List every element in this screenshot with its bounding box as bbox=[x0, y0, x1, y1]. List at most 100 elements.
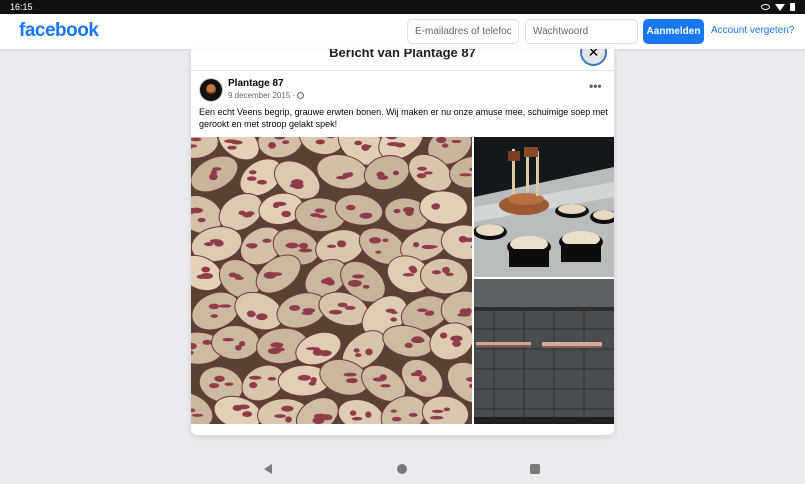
bean-speckle bbox=[308, 381, 316, 386]
bean-speckle bbox=[459, 173, 472, 177]
bean-speckle bbox=[355, 353, 362, 358]
bean-speckle bbox=[336, 175, 348, 180]
bean-speckle bbox=[204, 242, 214, 247]
more-options-button[interactable]: ••• bbox=[589, 79, 602, 93]
bean-speckle bbox=[248, 375, 262, 380]
status-time: 16:15 bbox=[10, 2, 33, 12]
dialog-title: Bericht van Plantage 87 bbox=[329, 49, 476, 60]
bean-speckle bbox=[404, 342, 413, 349]
bean-speckle bbox=[349, 410, 357, 416]
bean-speckle bbox=[385, 308, 396, 313]
post-date[interactable]: 9 december 2015 · bbox=[228, 91, 295, 100]
bean-speckle bbox=[247, 176, 257, 181]
bean-speckle bbox=[317, 215, 328, 219]
bean-speckle bbox=[306, 347, 320, 351]
bean-speckle bbox=[270, 272, 283, 276]
bean-speckle bbox=[268, 142, 277, 149]
bean-speckle bbox=[315, 139, 326, 145]
bean-speckle bbox=[267, 376, 277, 381]
bean-speckle bbox=[347, 279, 362, 287]
bean-speckle bbox=[380, 384, 391, 388]
back-icon[interactable] bbox=[264, 464, 272, 474]
forgot-account-link[interactable]: Account vergeten? bbox=[711, 25, 794, 36]
bean-speckle bbox=[270, 342, 284, 348]
close-icon: ✕ bbox=[587, 49, 600, 60]
globe-icon bbox=[297, 92, 305, 99]
bean-speckle bbox=[408, 413, 418, 417]
smoked-bacon-photo[interactable] bbox=[474, 279, 614, 424]
home-icon[interactable] bbox=[397, 464, 407, 474]
bean-speckle bbox=[224, 382, 234, 386]
bean-speckle bbox=[249, 382, 258, 389]
bean-speckle bbox=[285, 242, 299, 249]
bean-speckle bbox=[297, 374, 311, 381]
bean-speckle bbox=[228, 272, 237, 278]
post-text: Een echt Veens begrip, grauwe erwten bon… bbox=[199, 107, 608, 129]
bean-speckle bbox=[365, 348, 373, 356]
bean-speckle bbox=[441, 143, 449, 148]
bean-speckle bbox=[274, 414, 287, 418]
bean-speckle bbox=[344, 305, 356, 310]
bean-speckle bbox=[431, 203, 440, 210]
wifi-icon bbox=[775, 3, 785, 11]
bean-speckle bbox=[275, 347, 285, 352]
bean-speckle bbox=[281, 210, 291, 218]
bean-speckle bbox=[302, 308, 316, 313]
bean-speckle bbox=[442, 266, 450, 274]
bean-speckle bbox=[439, 332, 448, 339]
bean-speckle bbox=[382, 238, 389, 243]
bean-speckle bbox=[320, 278, 335, 285]
tree-logo-icon bbox=[206, 84, 216, 96]
bean-speckle bbox=[327, 244, 337, 249]
bean-speckle bbox=[249, 170, 257, 175]
bean-speckle bbox=[413, 241, 420, 248]
bean-speckle bbox=[390, 409, 397, 413]
bean-speckle bbox=[361, 144, 370, 151]
bean-speckle bbox=[285, 416, 292, 423]
bean-speckle bbox=[197, 217, 206, 223]
bean-speckle bbox=[298, 242, 309, 249]
bacon-illustration bbox=[474, 279, 614, 424]
bean-speckle bbox=[386, 142, 401, 147]
bean-speckle bbox=[346, 204, 356, 211]
bean-speckle bbox=[431, 409, 444, 414]
page-name-link[interactable]: Plantage 87 bbox=[228, 78, 284, 89]
bean-speckle bbox=[239, 340, 246, 347]
bean-speckle bbox=[210, 314, 218, 318]
bean-speckle bbox=[416, 308, 428, 313]
bean-speckle bbox=[237, 404, 250, 410]
bean-speckle bbox=[424, 171, 433, 175]
bean-speckle bbox=[431, 270, 442, 275]
bean-speckle bbox=[256, 179, 268, 185]
bean-speckle bbox=[402, 273, 415, 277]
android-nav-bar bbox=[0, 450, 805, 484]
facebook-logo[interactable]: facebook bbox=[19, 20, 99, 42]
post-timestamp[interactable]: 9 december 2015 · bbox=[228, 91, 305, 100]
battery-icon bbox=[790, 3, 795, 11]
dialog-header: Bericht van Plantage 87 bbox=[191, 49, 614, 71]
bean-speckle bbox=[343, 372, 357, 377]
avatar[interactable] bbox=[199, 78, 223, 102]
email-field[interactable] bbox=[407, 19, 519, 44]
amuse-bowls-photo[interactable] bbox=[474, 137, 614, 277]
bean-speckle bbox=[214, 240, 224, 247]
post-dialog: Bericht van Plantage 87 ✕ Plantage 87 9 … bbox=[191, 49, 614, 435]
bean-speckle bbox=[218, 304, 232, 308]
bowls-illustration bbox=[474, 137, 614, 277]
bean-speckle bbox=[362, 284, 370, 289]
beans-photo[interactable] bbox=[191, 137, 472, 424]
bean-speckle bbox=[377, 175, 389, 180]
bean-speckle bbox=[292, 182, 304, 190]
bean-speckle bbox=[214, 375, 225, 382]
bean-speckle bbox=[202, 339, 212, 345]
bean-speckle bbox=[372, 377, 386, 382]
bean-speckle bbox=[414, 369, 423, 377]
password-field[interactable] bbox=[525, 19, 638, 44]
bean-speckle bbox=[410, 337, 425, 344]
login-button[interactable]: Aanmelden bbox=[643, 19, 704, 44]
bean-speckle bbox=[247, 243, 258, 249]
bean-speckle bbox=[249, 312, 256, 317]
bean-speckle bbox=[443, 407, 451, 412]
bean-speckle bbox=[338, 240, 347, 248]
recent-apps-icon[interactable] bbox=[530, 464, 540, 474]
